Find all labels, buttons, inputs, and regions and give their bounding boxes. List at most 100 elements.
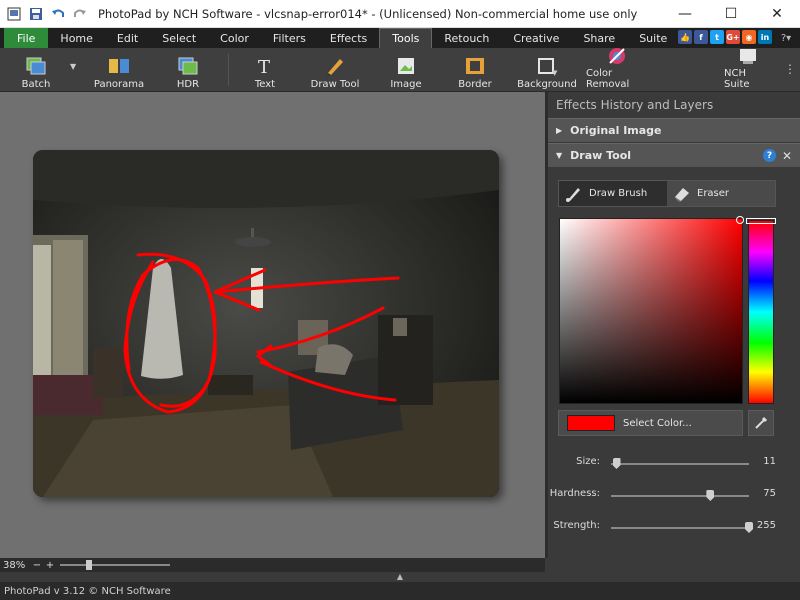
hardness-slider-track[interactable] (611, 495, 749, 497)
text-button[interactable]: T Text (248, 50, 282, 90)
tab-share[interactable]: Share (571, 28, 627, 48)
batch-button[interactable]: Batch (14, 50, 58, 90)
photo-scene-graphic (33, 150, 499, 497)
background-button[interactable]: ▼ Background (517, 50, 577, 90)
expand-up-icon[interactable]: ▲ (397, 572, 403, 582)
original-image-section[interactable]: ▶ Original Image (548, 118, 800, 142)
nch-suite-button[interactable]: NCH Suite (724, 49, 772, 90)
save-icon[interactable] (28, 6, 44, 22)
nch-suite-label: NCH Suite (724, 68, 750, 90)
draw-tool-section[interactable]: ▼ Draw Tool ? ✕ (548, 143, 800, 167)
batch-dropdown-icon[interactable]: ▼ (70, 62, 76, 71)
title-bar: PhotoPad by NCH Software - vlcsnap-error… (0, 0, 800, 28)
draw-tool-button[interactable]: Draw Tool (310, 50, 360, 90)
hardness-slider-thumb[interactable] (706, 490, 715, 501)
tools-ribbon: Batch ▼ Panorama HDR T Text Draw Tool Im… (0, 48, 800, 92)
zoom-in-button[interactable]: + (44, 559, 56, 571)
zoom-bar: 38% − + (0, 558, 545, 572)
zoom-slider[interactable] (60, 560, 170, 570)
expand-arrow-icon: ▶ (556, 126, 563, 135)
strength-slider-row: Strength: 255 (548, 520, 800, 536)
tab-suite[interactable]: Suite (627, 28, 679, 48)
select-color-button[interactable]: Select Color... (558, 410, 743, 436)
strength-slider-track[interactable] (611, 527, 749, 529)
color-removal-button[interactable]: Color Removal (586, 48, 648, 90)
panorama-button[interactable]: Panorama (94, 50, 144, 90)
photo-image[interactable] (33, 150, 499, 497)
tab-file[interactable]: File (4, 28, 49, 48)
tab-color[interactable]: Color (208, 28, 261, 48)
color-removal-label: Color Removal (586, 68, 630, 90)
tab-filters[interactable]: Filters (261, 28, 318, 48)
redo-icon[interactable] (72, 6, 88, 22)
help-icon[interactable]: ? (762, 149, 776, 162)
color-picker-marker[interactable] (736, 216, 744, 224)
image-label: Image (390, 79, 422, 90)
zoom-out-button[interactable]: − (31, 559, 43, 571)
hdr-button[interactable]: HDR (170, 50, 206, 90)
panorama-icon (107, 55, 131, 77)
size-label: Size: (576, 456, 600, 467)
tab-retouch[interactable]: Retouch (432, 28, 501, 48)
nch-suite-icon (736, 46, 760, 66)
pencil-icon (323, 55, 347, 77)
svg-text:▼: ▼ (552, 69, 558, 76)
border-button[interactable]: Border (455, 50, 495, 90)
text-label: Text (254, 79, 276, 90)
tab-edit[interactable]: Edit (105, 28, 150, 48)
window-title: PhotoPad by NCH Software - vlcsnap-error… (98, 6, 638, 21)
undo-icon[interactable] (50, 6, 66, 22)
image-button[interactable]: Image (388, 50, 424, 90)
size-slider-track[interactable] (611, 463, 749, 465)
border-icon (463, 55, 487, 77)
image-canvas[interactable] (0, 92, 545, 558)
tab-creative[interactable]: Creative (501, 28, 571, 48)
eyedropper-button[interactable] (748, 410, 774, 436)
facebook-icon[interactable]: f (694, 30, 708, 44)
batch-icon (24, 55, 48, 77)
tab-select[interactable]: Select (150, 28, 208, 48)
eraser-button[interactable]: Eraser (667, 181, 775, 206)
tab-home[interactable]: Home (48, 28, 104, 48)
photopad-app: PhotoPad by NCH Software - vlcsnap-error… (0, 0, 800, 600)
toolbar-overflow-icon[interactable]: ⋮ (784, 62, 796, 76)
maximize-button[interactable]: ☐ (708, 0, 754, 28)
hue-slider[interactable] (748, 220, 774, 404)
close-button[interactable]: ✕ (754, 0, 800, 28)
eraser-icon (674, 187, 689, 201)
zoom-level[interactable]: 38% (0, 560, 30, 571)
zoom-slider-thumb[interactable] (86, 560, 92, 570)
panorama-label: Panorama (93, 79, 145, 90)
border-label: Border (458, 79, 492, 90)
color-gradient-picker[interactable] (559, 218, 743, 404)
google-plus-icon[interactable]: G+ (726, 30, 740, 44)
close-section-icon[interactable]: ✕ (782, 149, 792, 163)
thumbs-up-icon[interactable]: 👍 (678, 30, 692, 44)
tab-effects[interactable]: Effects (318, 28, 379, 48)
tab-tools[interactable]: Tools (379, 28, 433, 48)
linkedin-icon[interactable]: in (758, 30, 772, 44)
panel-toggle-strip[interactable]: ▲ (0, 572, 800, 582)
social-icons: 👍 f t G+ ◉ in (678, 30, 772, 44)
size-slider-thumb[interactable] (612, 458, 621, 469)
rss-icon[interactable]: ◉ (742, 30, 756, 44)
background-label: Background (517, 79, 577, 90)
draw-tool-section-label: Draw Tool (570, 149, 632, 162)
menu-bar: File Home Edit Select Color Filters Effe… (0, 28, 800, 48)
status-text: PhotoPad v 3.12 © NCH Software (4, 585, 171, 597)
strength-slider-thumb[interactable] (745, 522, 753, 533)
hue-slider-handle[interactable] (746, 218, 776, 224)
strength-label: Strength: (553, 520, 600, 531)
brush-icon (566, 187, 580, 202)
select-color-label: Select Color... (623, 417, 692, 429)
draw-brush-label: Draw Brush (589, 188, 648, 199)
help-dropdown-icon[interactable]: ?▾ (776, 30, 796, 46)
color-removal-icon (605, 46, 629, 66)
window-controls: — ☐ ✕ (662, 0, 800, 28)
minimize-button[interactable]: — (662, 0, 708, 28)
batch-label: Batch (21, 79, 51, 90)
eraser-label: Eraser (697, 188, 730, 199)
draw-brush-button[interactable]: Draw Brush (559, 181, 667, 206)
twitter-icon[interactable]: t (710, 30, 724, 44)
app-icon[interactable] (6, 6, 22, 22)
